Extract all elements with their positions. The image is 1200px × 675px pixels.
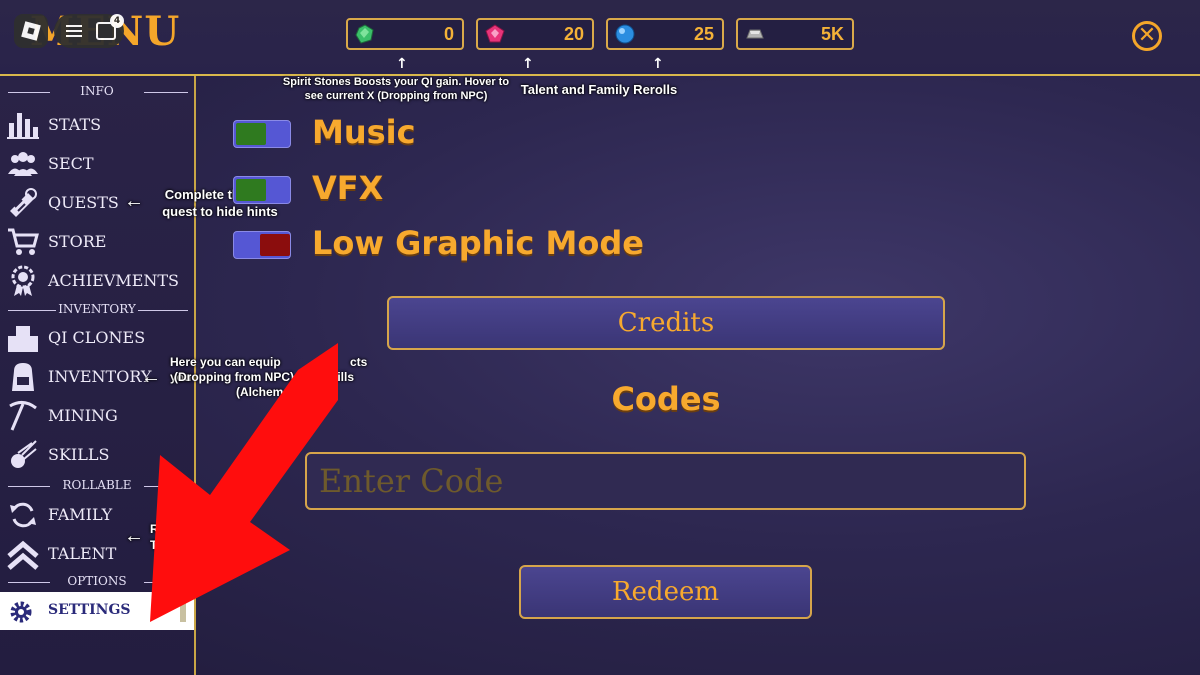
vfx-label: VFX bbox=[312, 169, 384, 207]
roblox-logo-button[interactable] bbox=[14, 14, 48, 48]
toggle-knob bbox=[236, 179, 266, 201]
pickaxe-icon bbox=[9, 401, 37, 431]
scrollbar[interactable] bbox=[180, 596, 186, 622]
gear-icon bbox=[10, 601, 32, 623]
music-label: Music bbox=[312, 113, 416, 151]
roblox-menu-pill[interactable]: 4 bbox=[54, 14, 124, 48]
family-orb-icon bbox=[615, 24, 635, 44]
sidebar-item-qi-clones[interactable]: QI CLONES bbox=[4, 320, 190, 356]
roblox-logo-icon bbox=[21, 21, 41, 41]
section-header-inventory: INVENTORY bbox=[0, 302, 194, 318]
currency-family-orbs[interactable]: 25 bbox=[606, 18, 724, 50]
arrow-left-icon: ← bbox=[124, 190, 144, 212]
vfx-toggle[interactable] bbox=[233, 176, 291, 204]
section-label: INVENTORY bbox=[58, 302, 136, 316]
sidebar-item-family[interactable]: FAMILY bbox=[4, 497, 190, 533]
hint-inventory-2b: pills bbox=[330, 370, 355, 384]
sidebar-item-skills[interactable]: SKILLS bbox=[4, 437, 190, 473]
credits-button[interactable]: Credits bbox=[387, 296, 945, 350]
code-input[interactable] bbox=[305, 452, 1026, 510]
redeem-button[interactable]: Redeem bbox=[519, 565, 812, 619]
sidebar-item-label: STATS bbox=[48, 115, 102, 134]
sidebar-item-inventory[interactable]: INVENTORY bbox=[4, 359, 190, 395]
notification-badge: 4 bbox=[110, 14, 124, 28]
hint-rollable-1: R bbox=[150, 522, 159, 536]
hint-inventory-2: (Dropping from NPC) bbox=[174, 370, 294, 384]
low-graphic-mode-label: Low Graphic Mode bbox=[312, 224, 644, 262]
toggle-knob bbox=[260, 234, 290, 256]
hint-inventory-1b: cts bbox=[350, 355, 368, 369]
section-header-info: INFO bbox=[0, 84, 194, 100]
medal-gear-icon bbox=[11, 265, 35, 296]
chevrons-up-icon bbox=[7, 540, 39, 570]
arrow-left-icon: ← bbox=[124, 525, 144, 547]
low-graphic-mode-toggle[interactable] bbox=[233, 231, 291, 259]
hint-rollable-2: T bbox=[150, 538, 158, 552]
section-label: INFO bbox=[80, 84, 114, 98]
sidebar-item-store[interactable]: STORE bbox=[4, 224, 190, 260]
close-button[interactable]: ✕ bbox=[1132, 21, 1162, 51]
meteor-icon bbox=[11, 440, 37, 468]
sidebar-item-achievments[interactable]: ACHIEVMENTS bbox=[4, 263, 190, 299]
arrow-up-icon: ↑ bbox=[652, 56, 664, 72]
silver-ingot-icon bbox=[746, 29, 764, 39]
currency-silver[interactable]: 5K bbox=[736, 18, 854, 50]
arrow-left-icon: ← bbox=[141, 366, 161, 388]
hint-spirit-stones: Spirit Stones Boosts your QI gain. Hover… bbox=[282, 76, 510, 102]
backpack-icon bbox=[12, 363, 34, 391]
sidebar-item-label: QUESTS bbox=[48, 193, 119, 212]
clones-icon bbox=[8, 326, 38, 352]
section-label: OPTIONS bbox=[67, 574, 127, 588]
arrow-up-icon: ↑ bbox=[396, 56, 408, 72]
talent-gems-value: 20 bbox=[563, 24, 584, 44]
cart-icon bbox=[8, 228, 39, 255]
section-label: ROLLABLE bbox=[62, 478, 132, 492]
talent-gem-icon bbox=[485, 24, 505, 43]
sidebar-item-label: MINING bbox=[48, 406, 118, 425]
music-toggle[interactable] bbox=[233, 120, 291, 148]
currency-spirit-stones[interactable]: 0 bbox=[346, 18, 464, 50]
section-header-options: OPTIONS bbox=[0, 574, 194, 590]
sidebar-item-label: SETTINGS bbox=[48, 602, 131, 618]
arrow-up-icon: ↑ bbox=[522, 56, 534, 72]
people-icon bbox=[8, 152, 38, 176]
hint-inventory-3: (Alchem bbox=[236, 385, 284, 399]
stats-bars-icon bbox=[7, 113, 39, 139]
sidebar-item-settings[interactable]: SETTINGS bbox=[0, 592, 194, 630]
sidebar-item-sect[interactable]: SECT bbox=[4, 146, 190, 182]
sidebar-item-label: SKILLS bbox=[48, 445, 110, 464]
spirit-stones-value: 0 bbox=[443, 24, 454, 44]
sidebar-item-label: INVENTORY bbox=[48, 367, 152, 386]
spirit-stone-icon bbox=[355, 24, 374, 44]
scroll-icon bbox=[10, 188, 37, 217]
currency-talent-gems[interactable]: 20 bbox=[476, 18, 594, 50]
section-header-rollable: ROLLABLE bbox=[0, 478, 194, 494]
hamburger-icon[interactable] bbox=[66, 22, 82, 40]
sidebar-item-label: QI CLONES bbox=[48, 328, 146, 347]
sidebar-item-label: ACHIEVMENTS bbox=[48, 271, 179, 290]
sidebar-item-label: FAMILY bbox=[48, 505, 113, 524]
sidebar-item-stats[interactable]: STATS bbox=[4, 107, 190, 143]
family-orbs-value: 25 bbox=[693, 24, 714, 44]
sidebar-item-label: STORE bbox=[48, 232, 107, 251]
sidebar-item-label: SECT bbox=[48, 154, 94, 173]
sidebar-item-mining[interactable]: MINING bbox=[4, 398, 190, 434]
toggle-knob bbox=[236, 123, 266, 145]
sidebar-item-label: TALENT bbox=[48, 544, 117, 563]
codes-title: Codes bbox=[611, 380, 721, 418]
silver-value: 5K bbox=[820, 24, 844, 44]
hint-rerolls: Talent and Family Rerolls bbox=[520, 82, 678, 97]
sidebar-item-talent[interactable]: TALENT bbox=[4, 536, 190, 572]
refresh-icon bbox=[10, 502, 36, 528]
